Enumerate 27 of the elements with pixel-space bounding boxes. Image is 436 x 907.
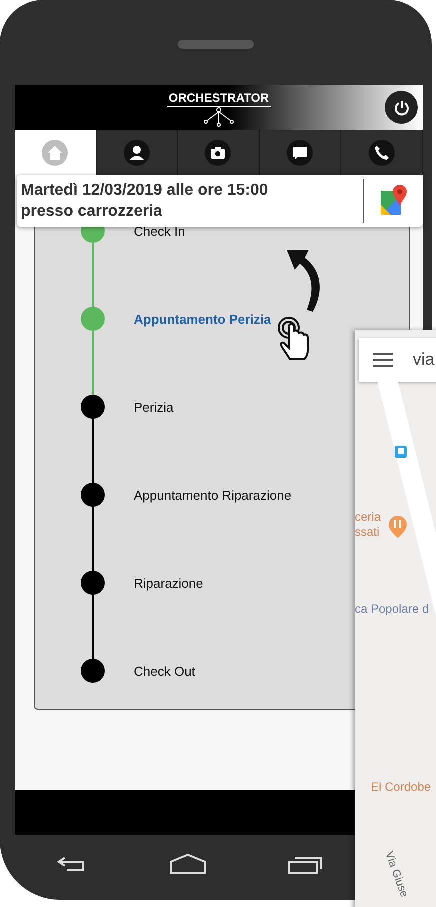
- map-label: ca Popolare d: [355, 602, 430, 617]
- map-label: Via Giuse: [382, 850, 412, 900]
- step-label[interactable]: Check In: [134, 224, 186, 238]
- map-search-field[interactable]: via: [359, 338, 436, 382]
- step-label[interactable]: Appuntamento Riparazione: [134, 488, 292, 502]
- step-label[interactable]: Check Out: [134, 664, 196, 678]
- home-icon[interactable]: [169, 854, 207, 874]
- power-icon: [394, 100, 410, 116]
- network-icon: [202, 106, 236, 126]
- chat-bubble-icon: [287, 140, 314, 166]
- search-value: via: [413, 350, 435, 370]
- camera-icon: [205, 140, 232, 166]
- menu-icon[interactable]: [373, 353, 393, 367]
- home-icon: [42, 140, 68, 166]
- app-logo-text: ORCHESTRATOR: [166, 90, 272, 106]
- person-icon: [124, 140, 150, 166]
- map-label: ceria ssati: [355, 510, 382, 540]
- power-button[interactable]: [385, 91, 418, 124]
- recent-apps-icon[interactable]: [287, 854, 323, 874]
- step-label[interactable]: Riparazione: [134, 576, 204, 590]
- phone-icon: [368, 140, 395, 166]
- map-pin-icon: [378, 185, 408, 217]
- step-label[interactable]: Perizia: [134, 400, 174, 414]
- appointment-text: Martedì 12/03/2019 alle ore 15:00 presso carrozzeria: [21, 181, 270, 222]
- map-label: El Cordobe: [371, 780, 432, 795]
- step-label[interactable]: Appuntamento Perizia: [134, 312, 272, 326]
- restaurant-pin-icon: [389, 516, 407, 538]
